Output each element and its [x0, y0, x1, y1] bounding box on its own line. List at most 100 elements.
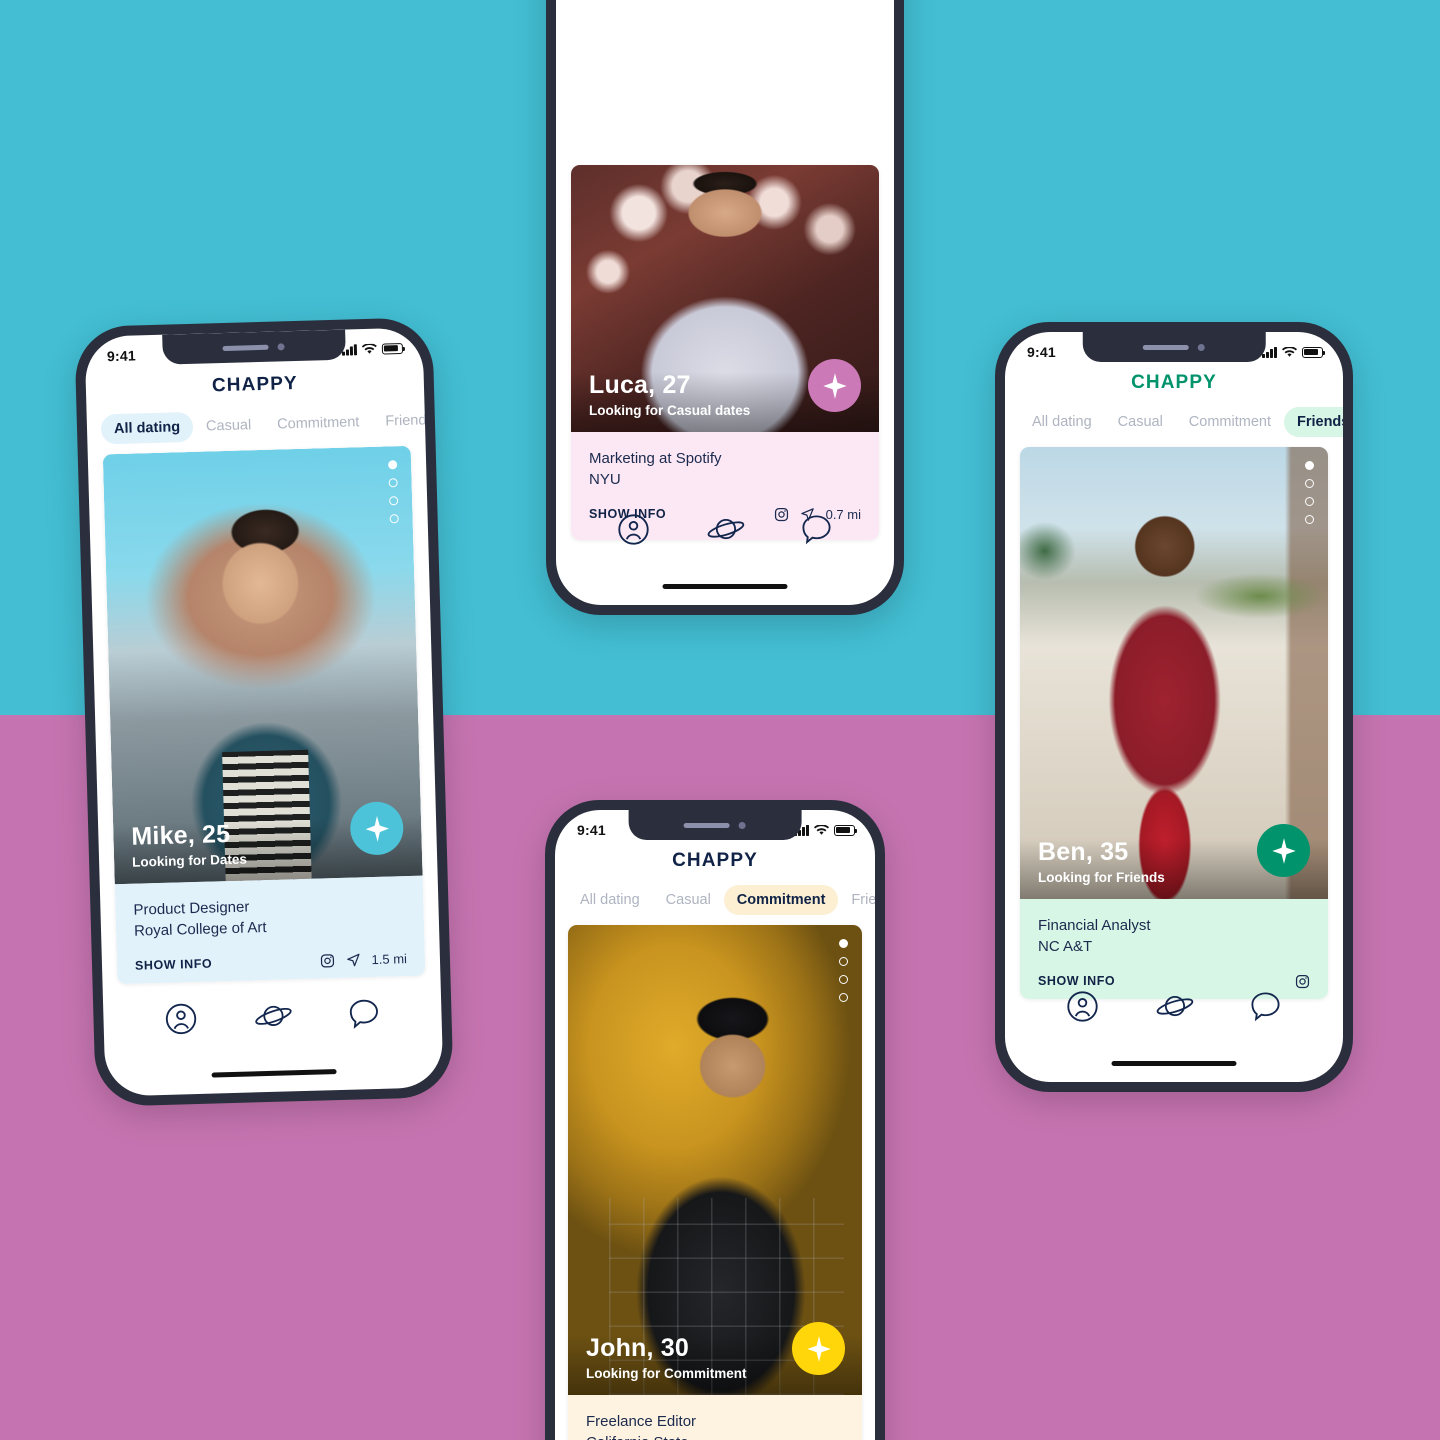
photo-pagination-dots[interactable] [1305, 461, 1314, 524]
sparkle-icon [822, 372, 847, 399]
wifi-icon [814, 824, 829, 835]
chat-bubble-icon[interactable] [346, 996, 382, 1032]
photo-pagination-dots[interactable] [839, 939, 848, 1002]
sparkle-badge-button[interactable] [1257, 824, 1310, 877]
photo-dot[interactable] [839, 993, 848, 1002]
battery-icon [381, 342, 404, 355]
planet-icon[interactable] [1153, 990, 1195, 1024]
battery-icon [1302, 346, 1326, 358]
profile-meta [1295, 974, 1310, 989]
profile-education: NYU [589, 471, 621, 489]
photo-dot[interactable] [839, 939, 848, 948]
sparkle-icon [1271, 837, 1296, 864]
profile-info: Financial Analyst NC A&T SHOW INFO [1020, 899, 1328, 999]
speaker-grille [683, 822, 730, 828]
bottom-nav [1005, 989, 1343, 1024]
photo-dot[interactable] [839, 957, 848, 966]
status-time: 9:41 [1027, 344, 1056, 360]
tab-all-dating[interactable]: All dating [567, 885, 653, 915]
app-brand-title: CHAPPY [672, 850, 758, 871]
home-indicator [211, 1069, 337, 1078]
photo-dot[interactable] [1305, 515, 1314, 524]
profile-occupation: Financial Analyst [1038, 917, 1151, 934]
tab-casual[interactable]: Casual [653, 885, 724, 915]
phone-mockup-ben: 9:41 CHAPPY All dating Casual Commitment… [995, 322, 1353, 1092]
battery-icon [834, 824, 858, 836]
chat-bubble-icon[interactable] [1248, 989, 1283, 1024]
photo-dot[interactable] [1305, 479, 1314, 488]
profile-info: Product Designer Royal College of Art SH… [114, 875, 426, 985]
tab-commitment[interactable]: Commitment [1176, 407, 1284, 437]
profile-photo[interactable]: Mike, 25 Looking for Dates [102, 445, 423, 885]
app-brand-title: CHAPPY [211, 372, 299, 397]
profile-photo[interactable]: Luca, 27 Looking for Casual dates [571, 165, 879, 432]
location-arrow-icon [346, 953, 360, 966]
tab-commitment[interactable]: Commitment [723, 885, 839, 915]
instagram-icon[interactable] [1295, 974, 1310, 989]
speaker-grille [222, 344, 269, 351]
photo-dot[interactable] [389, 496, 399, 506]
wifi-icon [361, 343, 377, 354]
tab-all-dating[interactable]: All dating [1019, 407, 1105, 437]
profile-info: Freelance Editor California State [568, 1395, 862, 1440]
wifi-icon [1282, 346, 1297, 357]
sparkle-icon [806, 1335, 831, 1362]
photo-dot[interactable] [388, 460, 398, 470]
profile-card-ben[interactable]: Ben, 35 Looking for Friends Financial An… [1020, 447, 1328, 999]
tab-friends[interactable]: Friends [372, 405, 444, 437]
sparkle-icon [365, 815, 389, 842]
profile-education: California State [586, 1432, 844, 1440]
tab-commitment[interactable]: Commitment [264, 407, 373, 440]
filter-tabs: All dating Casual Commitment Friends [1005, 407, 1343, 437]
filter-tabs: All dating Casual Commitment Friends [87, 405, 434, 445]
photo-dot[interactable] [388, 478, 398, 488]
profile-meta: 1.5 mi [319, 951, 407, 968]
profile-photo[interactable]: Ben, 35 Looking for Friends [1020, 447, 1328, 899]
photo-dot[interactable] [389, 514, 399, 524]
notch [162, 329, 346, 365]
profile-education: NC A&T [1038, 938, 1093, 956]
planet-icon[interactable] [704, 513, 746, 547]
tab-casual[interactable]: Casual [193, 410, 265, 442]
filter-tabs: All dating Casual Commitment Friends [555, 885, 875, 915]
home-indicator [662, 584, 788, 589]
front-camera [277, 342, 285, 350]
front-camera [1197, 343, 1205, 351]
profile-card-luca[interactable]: Luca, 27 Looking for Casual dates Market… [571, 165, 879, 540]
show-info-button[interactable]: SHOW INFO [1038, 974, 1115, 988]
sparkle-badge-button[interactable] [808, 359, 861, 412]
bottom-nav [556, 512, 894, 547]
sparkle-badge-button[interactable] [792, 1322, 845, 1375]
tab-all-dating[interactable]: All dating [100, 411, 194, 445]
profile-distance: 1.5 mi [371, 950, 408, 967]
photo-dot[interactable] [839, 975, 848, 984]
status-time: 9:41 [577, 822, 606, 838]
status-time: 9:41 [106, 347, 137, 365]
profile-card-mike[interactable]: Mike, 25 Looking for Dates Product Desig… [102, 445, 426, 985]
phone-mockup-luca: Luca, 27 Looking for Casual dates Market… [546, 0, 904, 615]
profile-circle-icon[interactable] [616, 512, 651, 547]
tab-friends[interactable]: Friends [838, 885, 875, 915]
profile-circle-icon[interactable] [163, 1001, 199, 1037]
show-info-button[interactable]: SHOW INFO [135, 957, 213, 973]
app-brand-title: CHAPPY [1131, 372, 1217, 393]
photo-dot[interactable] [1305, 497, 1314, 506]
chat-bubble-icon[interactable] [799, 512, 834, 547]
notch [1082, 332, 1266, 362]
planet-icon[interactable] [251, 999, 294, 1034]
home-indicator [1111, 1061, 1237, 1066]
profile-occupation: Marketing at Spotify [589, 450, 722, 467]
photo-pagination-dots[interactable] [388, 460, 399, 524]
tab-friends[interactable]: Friends [1283, 407, 1343, 437]
phone-mockup-mike: 9:41 CHAPPY All dating Casual Commitment… [74, 317, 454, 1107]
tab-casual[interactable]: Casual [1105, 407, 1176, 437]
front-camera [738, 821, 746, 829]
profile-circle-icon[interactable] [1065, 989, 1100, 1024]
instagram-icon[interactable] [319, 953, 334, 968]
notch [628, 810, 802, 840]
bottom-nav [103, 994, 442, 1038]
photo-dot[interactable] [1305, 461, 1314, 470]
profile-occupation: Freelance Editor [586, 1413, 697, 1430]
profile-photo[interactable]: John, 30 Looking for Commitment [568, 925, 862, 1395]
profile-card-john[interactable]: John, 30 Looking for Commitment Freelanc… [568, 925, 862, 1440]
